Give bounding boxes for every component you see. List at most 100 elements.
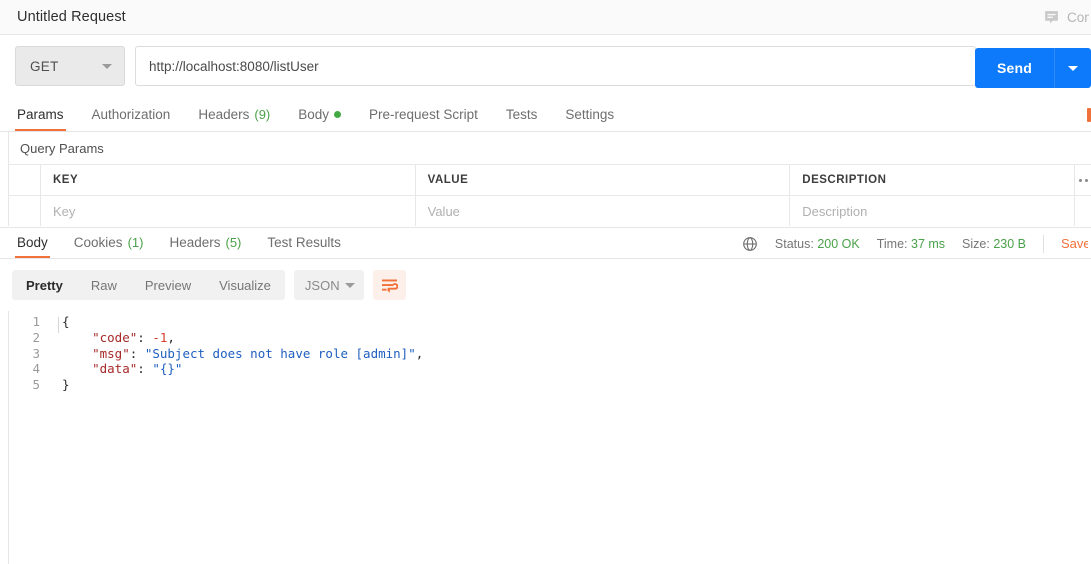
time-label: Time: [876,236,908,251]
status-badge: Status: 200 OK [775,237,860,251]
line-number: 5 [32,377,40,393]
size-badge: Size: 230 B [962,237,1026,251]
word-wrap-toggle[interactable] [372,270,406,300]
code-line-1: { [62,314,1091,330]
word-wrap-icon [381,279,398,293]
globe-icon[interactable] [742,236,758,252]
code-line-3: "msg": "Subject does not have role [admi… [62,346,1091,362]
size-value: 230 B [993,236,1026,251]
save-response-link[interactable]: Save Response [1061,236,1088,251]
response-body-viewer[interactable]: 1 2 3 4 5 { "code": -1, "msg": "Subject … [0,311,1091,564]
column-header-description: DESCRIPTION [790,165,1076,195]
response-tabs-left: Body Cookies (1) Headers (5) Test Result… [0,227,354,258]
tab-headers[interactable]: Headers (9) [184,97,284,131]
ellipsis-icon [1078,178,1088,182]
code-lines: { "code": -1, "msg": "Subject does not h… [52,311,1091,564]
response-tab-cookies-label: Cookies [73,235,123,250]
bulk-edit-menu-button[interactable] [1075,165,1091,195]
tab-authorization[interactable]: Authorization [78,97,185,131]
comments-label: Comments [1067,10,1089,25]
tab-body[interactable]: Body [284,97,355,131]
json-colon: : [137,329,153,345]
param-value-placeholder: Value [427,203,460,219]
tab-headers-count: (9) [254,106,271,122]
view-mode-raw[interactable]: Raw [77,270,131,300]
comments-button[interactable]: Comments [1043,0,1091,35]
meta-divider [1043,234,1044,253]
table-row: Key Value Description [9,195,1091,226]
line-number: 3 [32,345,40,361]
chevron-down-icon [1068,65,1078,71]
line-number: 2 [32,329,40,345]
view-mode-visualize[interactable]: Visualize [205,270,285,300]
line-number-gutter: 1 2 3 4 5 [0,311,52,564]
query-params-title: Query Params [20,140,104,156]
response-meta: Status: 200 OK Time: 37 ms Size: 230 B S… [742,228,1091,259]
send-button[interactable]: Send [975,48,1054,88]
response-tab-body-label: Body [17,235,48,250]
column-header-key: KEY [41,165,416,195]
body-present-dot-icon [334,110,342,118]
response-tab-headers[interactable]: Headers (5) [156,227,254,258]
param-description-placeholder: Description [802,203,868,219]
json-comma: , [167,329,175,345]
http-method-select[interactable]: GET [15,46,125,86]
code-fold-rail [58,317,59,333]
json-value-data: "{}" [152,361,183,377]
response-format-label: JSON [304,277,340,293]
json-colon: : [129,345,145,361]
cookies-link-edge[interactable] [1087,108,1091,122]
status-value: 200 OK [817,236,860,251]
send-options-button[interactable] [1054,48,1091,88]
postman-request-pane: Untitled Request Comments GET http://loc… [0,0,1091,564]
view-mode-preview[interactable]: Preview [131,270,205,300]
tab-pre-request-script-label: Pre-request Script [369,106,478,122]
json-close-brace: } [62,377,70,393]
response-tab-test-results[interactable]: Test Results [254,227,354,258]
json-key-data: "data" [92,361,138,377]
response-tab-cookies-count: (1) [127,235,144,250]
view-mode-group: Pretty Raw Preview Visualize [12,270,285,300]
line-number: 1 [32,314,40,329]
response-tabs: Body Cookies (1) Headers (5) Test Result… [0,227,1091,259]
tab-body-label: Body [298,106,330,122]
tab-tests[interactable]: Tests [492,97,552,131]
json-open-brace: { [62,314,70,329]
title-bar: Untitled Request Comments [0,0,1091,35]
param-value-input[interactable]: Value [416,196,791,226]
tab-params[interactable]: Params [3,97,78,131]
tab-pre-request-script[interactable]: Pre-request Script [355,97,492,131]
response-tab-body[interactable]: Body [4,227,61,258]
tab-settings[interactable]: Settings [551,97,628,131]
http-method-label: GET [30,58,59,74]
view-mode-pretty[interactable]: Pretty [12,270,77,300]
status-label: Status: [774,236,814,251]
response-tab-headers-label: Headers [169,235,221,250]
query-params-table: KEY VALUE DESCRIPTION Key Value Descript… [8,164,1091,226]
url-input[interactable]: http://localhost:8080/listUser [135,46,976,86]
tab-tests-label: Tests [505,106,538,122]
tab-headers-label: Headers [198,106,250,122]
response-tab-test-results-label: Test Results [267,235,341,250]
param-key-input[interactable]: Key [41,196,416,226]
json-colon: : [137,361,153,377]
code-line-4: "data": "{}" [62,361,1091,377]
json-value-code: -1 [152,329,168,345]
time-value: 37 ms [911,236,946,251]
page-title: Untitled Request [17,9,126,25]
select-all-cell[interactable] [9,165,41,195]
json-value-msg: "Subject does not have role [admin]" [144,345,416,361]
chevron-down-icon [102,63,112,69]
table-header-row: KEY VALUE DESCRIPTION [9,164,1091,195]
tab-settings-label: Settings [565,106,615,122]
chevron-down-icon [344,282,355,288]
url-value: http://localhost:8080/listUser [149,58,319,74]
size-label: Size: [962,236,990,251]
response-tab-cookies[interactable]: Cookies (1) [61,227,157,258]
response-format-select[interactable]: JSON [293,270,364,300]
code-line-5: } [62,377,1091,393]
query-params-section-header: Query Params [8,132,1091,164]
request-tabs: Params Authorization Headers (9) Body Pr… [0,97,1091,132]
row-checkbox-cell[interactable] [9,196,41,226]
param-description-input[interactable]: Description [790,196,1076,226]
